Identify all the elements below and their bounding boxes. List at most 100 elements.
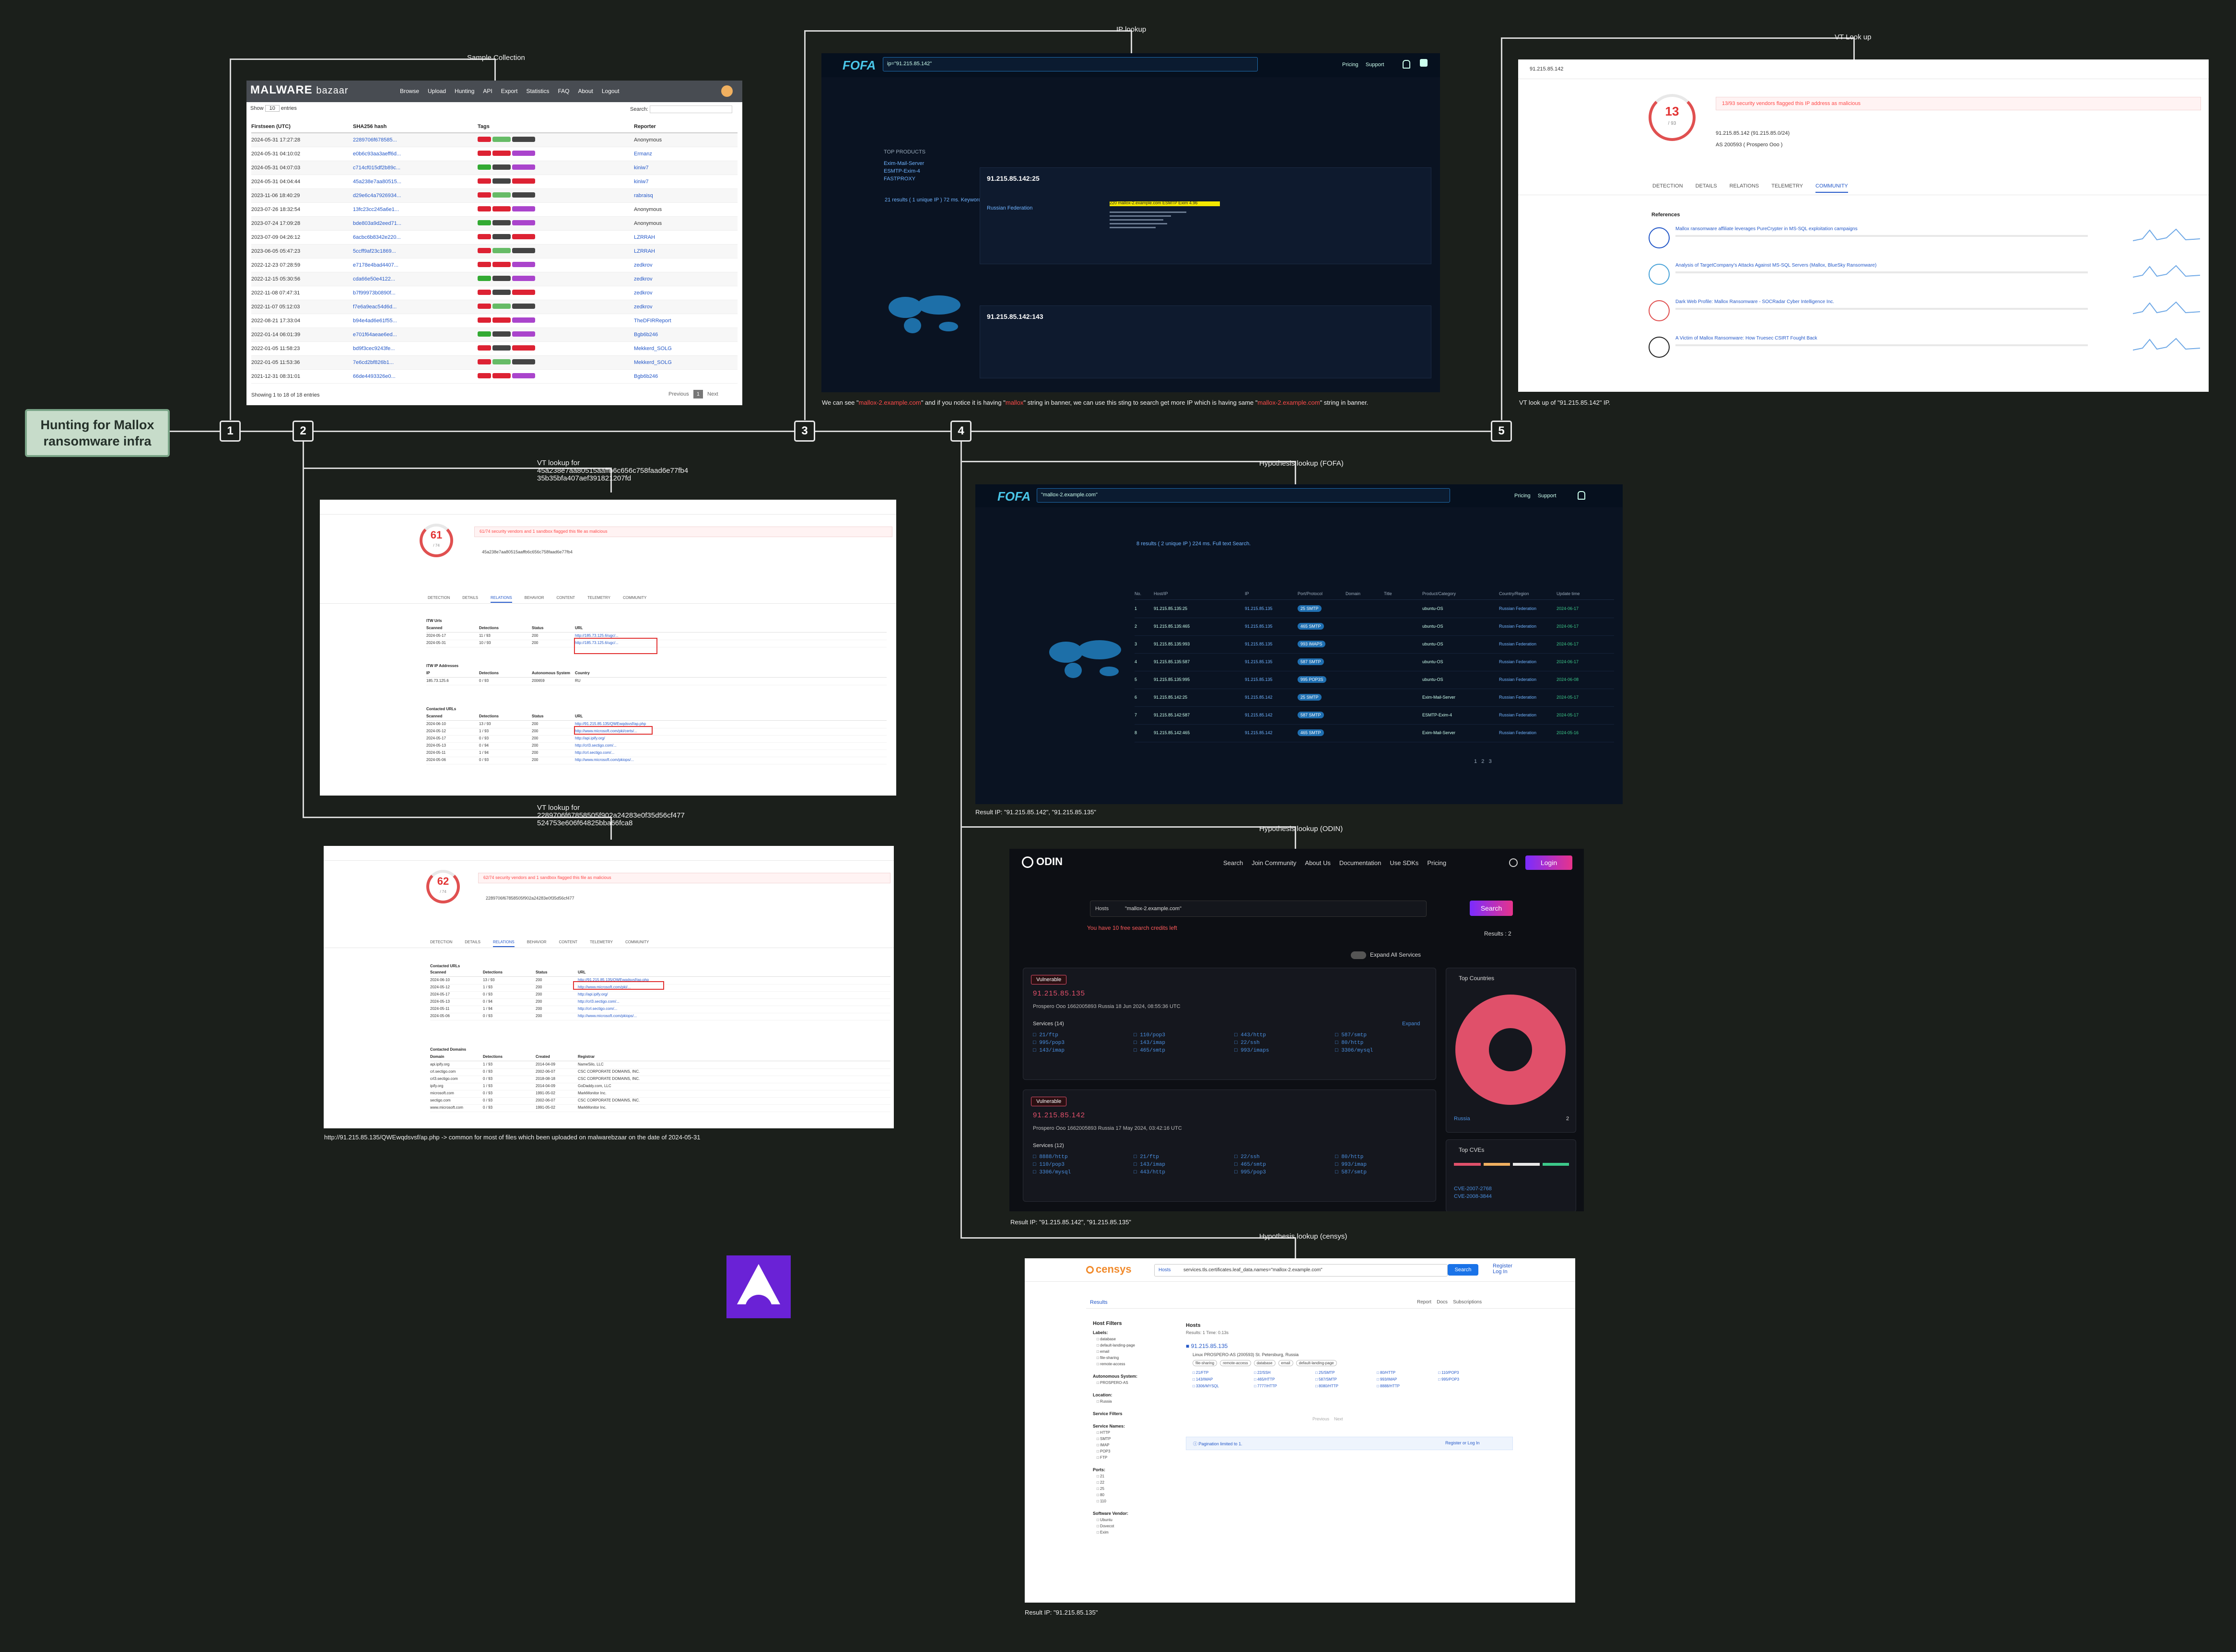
- tab-relations[interactable]: RELATIONS: [1730, 183, 1759, 189]
- tag-badge[interactable]: [492, 373, 511, 378]
- tag-badge[interactable]: [478, 206, 491, 211]
- tab-details[interactable]: DETAILS: [465, 940, 480, 944]
- sha256-link[interactable]: 6acbc6b8342e220...: [353, 234, 401, 240]
- service-item[interactable]: □ 993/imap: [1335, 1162, 1367, 1168]
- tag-badge[interactable]: [478, 276, 491, 281]
- tag-badge[interactable]: [512, 164, 535, 170]
- tag-badge[interactable]: [492, 262, 511, 267]
- ip-link[interactable]: 91.215.85.135: [1245, 606, 1273, 611]
- tab-behavior[interactable]: BEHAVIOR: [527, 940, 547, 944]
- tag-badge[interactable]: [478, 192, 491, 198]
- sha256-link[interactable]: b7f99973b0890f...: [353, 290, 396, 296]
- bazaar-nav-upload[interactable]: Upload: [428, 88, 446, 94]
- fofa4-search-input[interactable]: "mallox-2.example.com": [1037, 488, 1450, 503]
- vt3-top[interactable]: [324, 846, 894, 861]
- censys-search-input[interactable]: Hosts services.tls.certificates.leaf_dat…: [1154, 1264, 1448, 1277]
- tag-badge[interactable]: [512, 220, 535, 225]
- sha256-link[interactable]: f7e6a9eac54d6d...: [353, 304, 397, 310]
- reporter-link[interactable]: zedkrov: [634, 276, 653, 282]
- sha256-link[interactable]: e701f64aeae6ed...: [353, 332, 397, 338]
- show-entries[interactable]: Show 10 entries: [250, 105, 297, 112]
- expand-all-toggle[interactable]: [1351, 951, 1366, 959]
- service-item[interactable]: □ 110/pop3: [1134, 1032, 1165, 1038]
- sha256-link[interactable]: e7178e4bad4407...: [353, 262, 398, 268]
- service-link[interactable]: □ 7777/HTTP: [1254, 1384, 1277, 1388]
- reporter-link[interactable]: Anonymous: [634, 207, 662, 212]
- service-link[interactable]: □ 110/POP3: [1438, 1371, 1459, 1375]
- tag-badge[interactable]: [512, 234, 535, 239]
- service-item[interactable]: □ 993/imaps: [1234, 1048, 1269, 1054]
- tag-badge[interactable]: [512, 317, 535, 323]
- tag-badge[interactable]: [478, 290, 491, 295]
- odin-nav-pricing[interactable]: Pricing: [1427, 859, 1446, 867]
- service-item[interactable]: □ 21/ftp: [1033, 1032, 1058, 1038]
- tag-badge[interactable]: [492, 206, 511, 211]
- tag-badge[interactable]: [512, 373, 535, 378]
- url-link[interactable]: http://api.ipify.org/: [575, 736, 605, 740]
- tag-badge[interactable]: [512, 345, 535, 351]
- ip-link[interactable]: 91.215.85.135: [1245, 624, 1273, 629]
- bazaar-search[interactable]: Search:: [630, 105, 732, 113]
- ip-link[interactable]: 91.215.85.135: [1245, 677, 1273, 682]
- tag-badge[interactable]: [492, 359, 511, 364]
- tab-details[interactable]: DETAILS: [1696, 183, 1717, 189]
- tag-badge[interactable]: [478, 178, 491, 184]
- filter-item[interactable]: □ 110: [1097, 1499, 1106, 1503]
- tag-badge[interactable]: [492, 151, 511, 156]
- ip-link[interactable]: 91.215.85.135: [1245, 642, 1273, 646]
- bell-icon[interactable]: [1578, 491, 1585, 500]
- filter-item[interactable]: □ file-sharing: [1097, 1356, 1119, 1360]
- filter-item[interactable]: □ FTP: [1097, 1455, 1107, 1460]
- service-item[interactable]: □ 587/smtp: [1335, 1170, 1367, 1175]
- url-link[interactable]: http://www.microsoft.com/pkiops/...: [578, 1014, 637, 1018]
- bazaar-nav-export[interactable]: Export: [501, 88, 518, 94]
- service-item[interactable]: □ 8888/http: [1033, 1154, 1068, 1160]
- fofa1-links[interactable]: Pricing Support: [1342, 62, 1384, 68]
- vt2-tabs[interactable]: DETECTION DETAILS RELATIONS BEHAVIOR CONTENT…: [428, 596, 659, 603]
- user-avatar[interactable]: [721, 85, 733, 97]
- reporter-link[interactable]: Mekkerd_SOLG: [634, 360, 672, 365]
- service-item[interactable]: □ 3306/mysql: [1033, 1170, 1071, 1175]
- tab-detection[interactable]: DETECTION: [1652, 183, 1683, 189]
- filter-item[interactable]: □ Ubuntu: [1097, 1518, 1112, 1522]
- reporter-link[interactable]: Anonymous: [634, 137, 662, 143]
- service-item[interactable]: □ 143/imap: [1134, 1162, 1165, 1168]
- bazaar-nav-hunting[interactable]: Hunting: [455, 88, 474, 94]
- tag-badge[interactable]: [478, 373, 491, 378]
- filter-item[interactable]: □ 22: [1097, 1480, 1104, 1485]
- tab-relations[interactable]: RELATIONS: [492, 940, 515, 947]
- service-item[interactable]: □ 443/http: [1134, 1170, 1165, 1175]
- service-item[interactable]: □ 465/smtp: [1134, 1048, 1165, 1054]
- service-link[interactable]: □ 995/POP3: [1438, 1377, 1459, 1382]
- tag-badge[interactable]: [512, 151, 535, 156]
- filter-item[interactable]: □ PROSPERO-AS: [1097, 1381, 1128, 1385]
- tab-content[interactable]: CONTENT: [559, 940, 577, 944]
- reference-title[interactable]: Dark Web Profile: Mallox Ransomware - SO…: [1675, 299, 1834, 305]
- sha256-link[interactable]: e0b6c93aa3aeff6d...: [353, 151, 401, 157]
- tag-badge[interactable]: [512, 178, 535, 184]
- service-link[interactable]: □ 8080/HTTP: [1315, 1384, 1338, 1388]
- tag-badge[interactable]: [478, 345, 491, 351]
- vt3-tabs[interactable]: DETECTION DETAILS RELATIONS BEHAVIOR CONTENT…: [430, 940, 661, 947]
- service-link[interactable]: □ 587/SMTP: [1315, 1377, 1337, 1382]
- tag-badge[interactable]: [512, 206, 535, 211]
- url-link[interactable]: http://www.microsoft.com/pkiops/...: [575, 758, 634, 762]
- filter-item[interactable]: □ Dovecot: [1097, 1524, 1114, 1528]
- tag-badge[interactable]: [492, 331, 511, 337]
- tag-badge[interactable]: [512, 359, 535, 364]
- vt2-top[interactable]: [320, 500, 896, 515]
- censys-pager[interactable]: Previous Next: [1312, 1417, 1343, 1421]
- reporter-link[interactable]: zedkrov: [634, 290, 653, 296]
- vt5-tabs[interactable]: DETECTION DETAILS RELATIONS TELEMETRY COMMUN…: [1652, 183, 1861, 193]
- tag-badge[interactable]: [492, 290, 511, 295]
- host-link[interactable]: 91.215.85.135:25: [1154, 606, 1187, 611]
- url-link[interactable]: http://crl3.sectigo.com/...: [575, 743, 617, 748]
- filter-item[interactable]: □ SMTP: [1097, 1437, 1111, 1441]
- odin-nav-documentation[interactable]: Documentation: [1339, 859, 1381, 867]
- odin-nav-use-sdks[interactable]: Use SDKs: [1390, 859, 1418, 867]
- tag-badge[interactable]: [478, 359, 491, 364]
- odin-nav[interactable]: Search Join Community About Us Documentatio…: [1223, 859, 1455, 867]
- sha256-link[interactable]: 45a238e7aa80515...: [353, 179, 401, 185]
- service-link[interactable]: □ 993/IMAP: [1377, 1377, 1397, 1382]
- sha256-link[interactable]: 7e6cd2bf826b1...: [353, 360, 394, 365]
